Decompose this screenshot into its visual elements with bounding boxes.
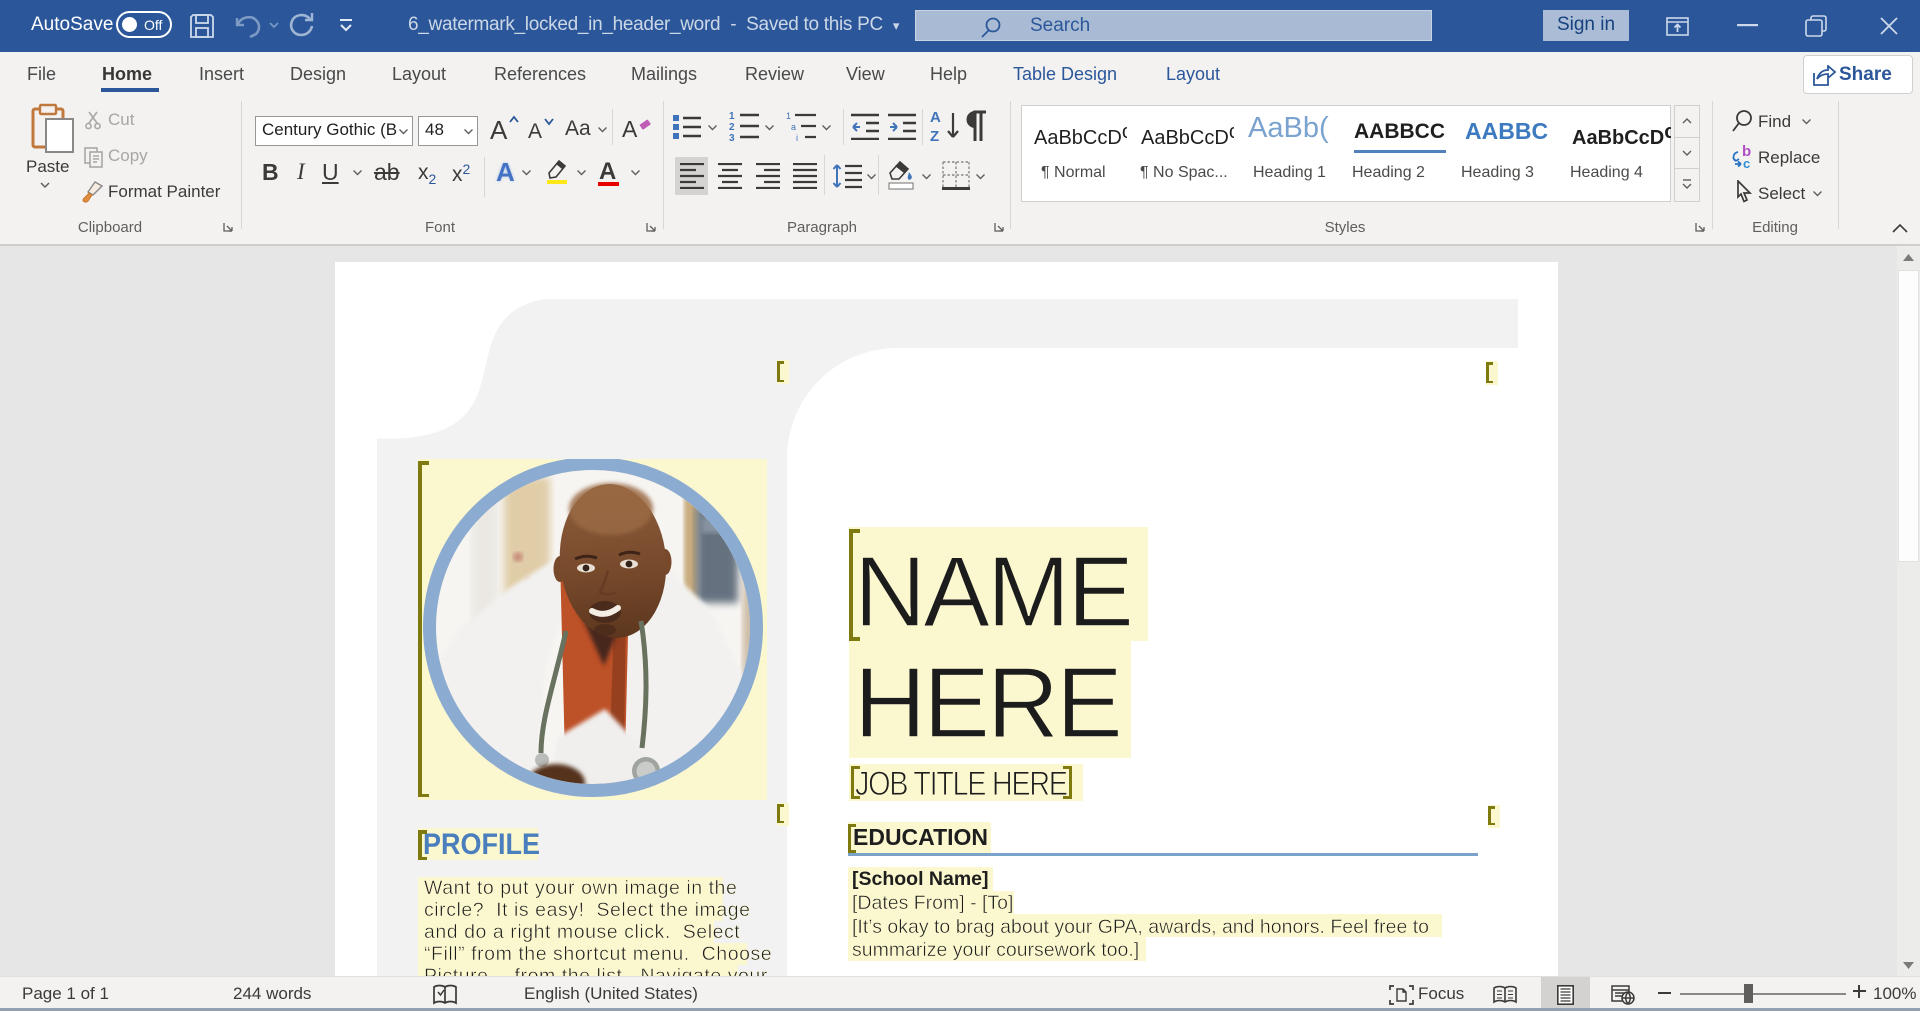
svg-text:1: 1 <box>786 111 791 121</box>
svg-text:Z: Z <box>930 128 939 143</box>
svg-text:3: 3 <box>729 133 735 141</box>
svg-text:1: 1 <box>729 111 735 122</box>
svg-text:2: 2 <box>729 122 735 133</box>
svg-text:A: A <box>930 109 941 126</box>
svg-text:c: c <box>1743 156 1750 170</box>
svg-text:i: i <box>796 133 798 141</box>
svg-text:a: a <box>791 122 796 132</box>
